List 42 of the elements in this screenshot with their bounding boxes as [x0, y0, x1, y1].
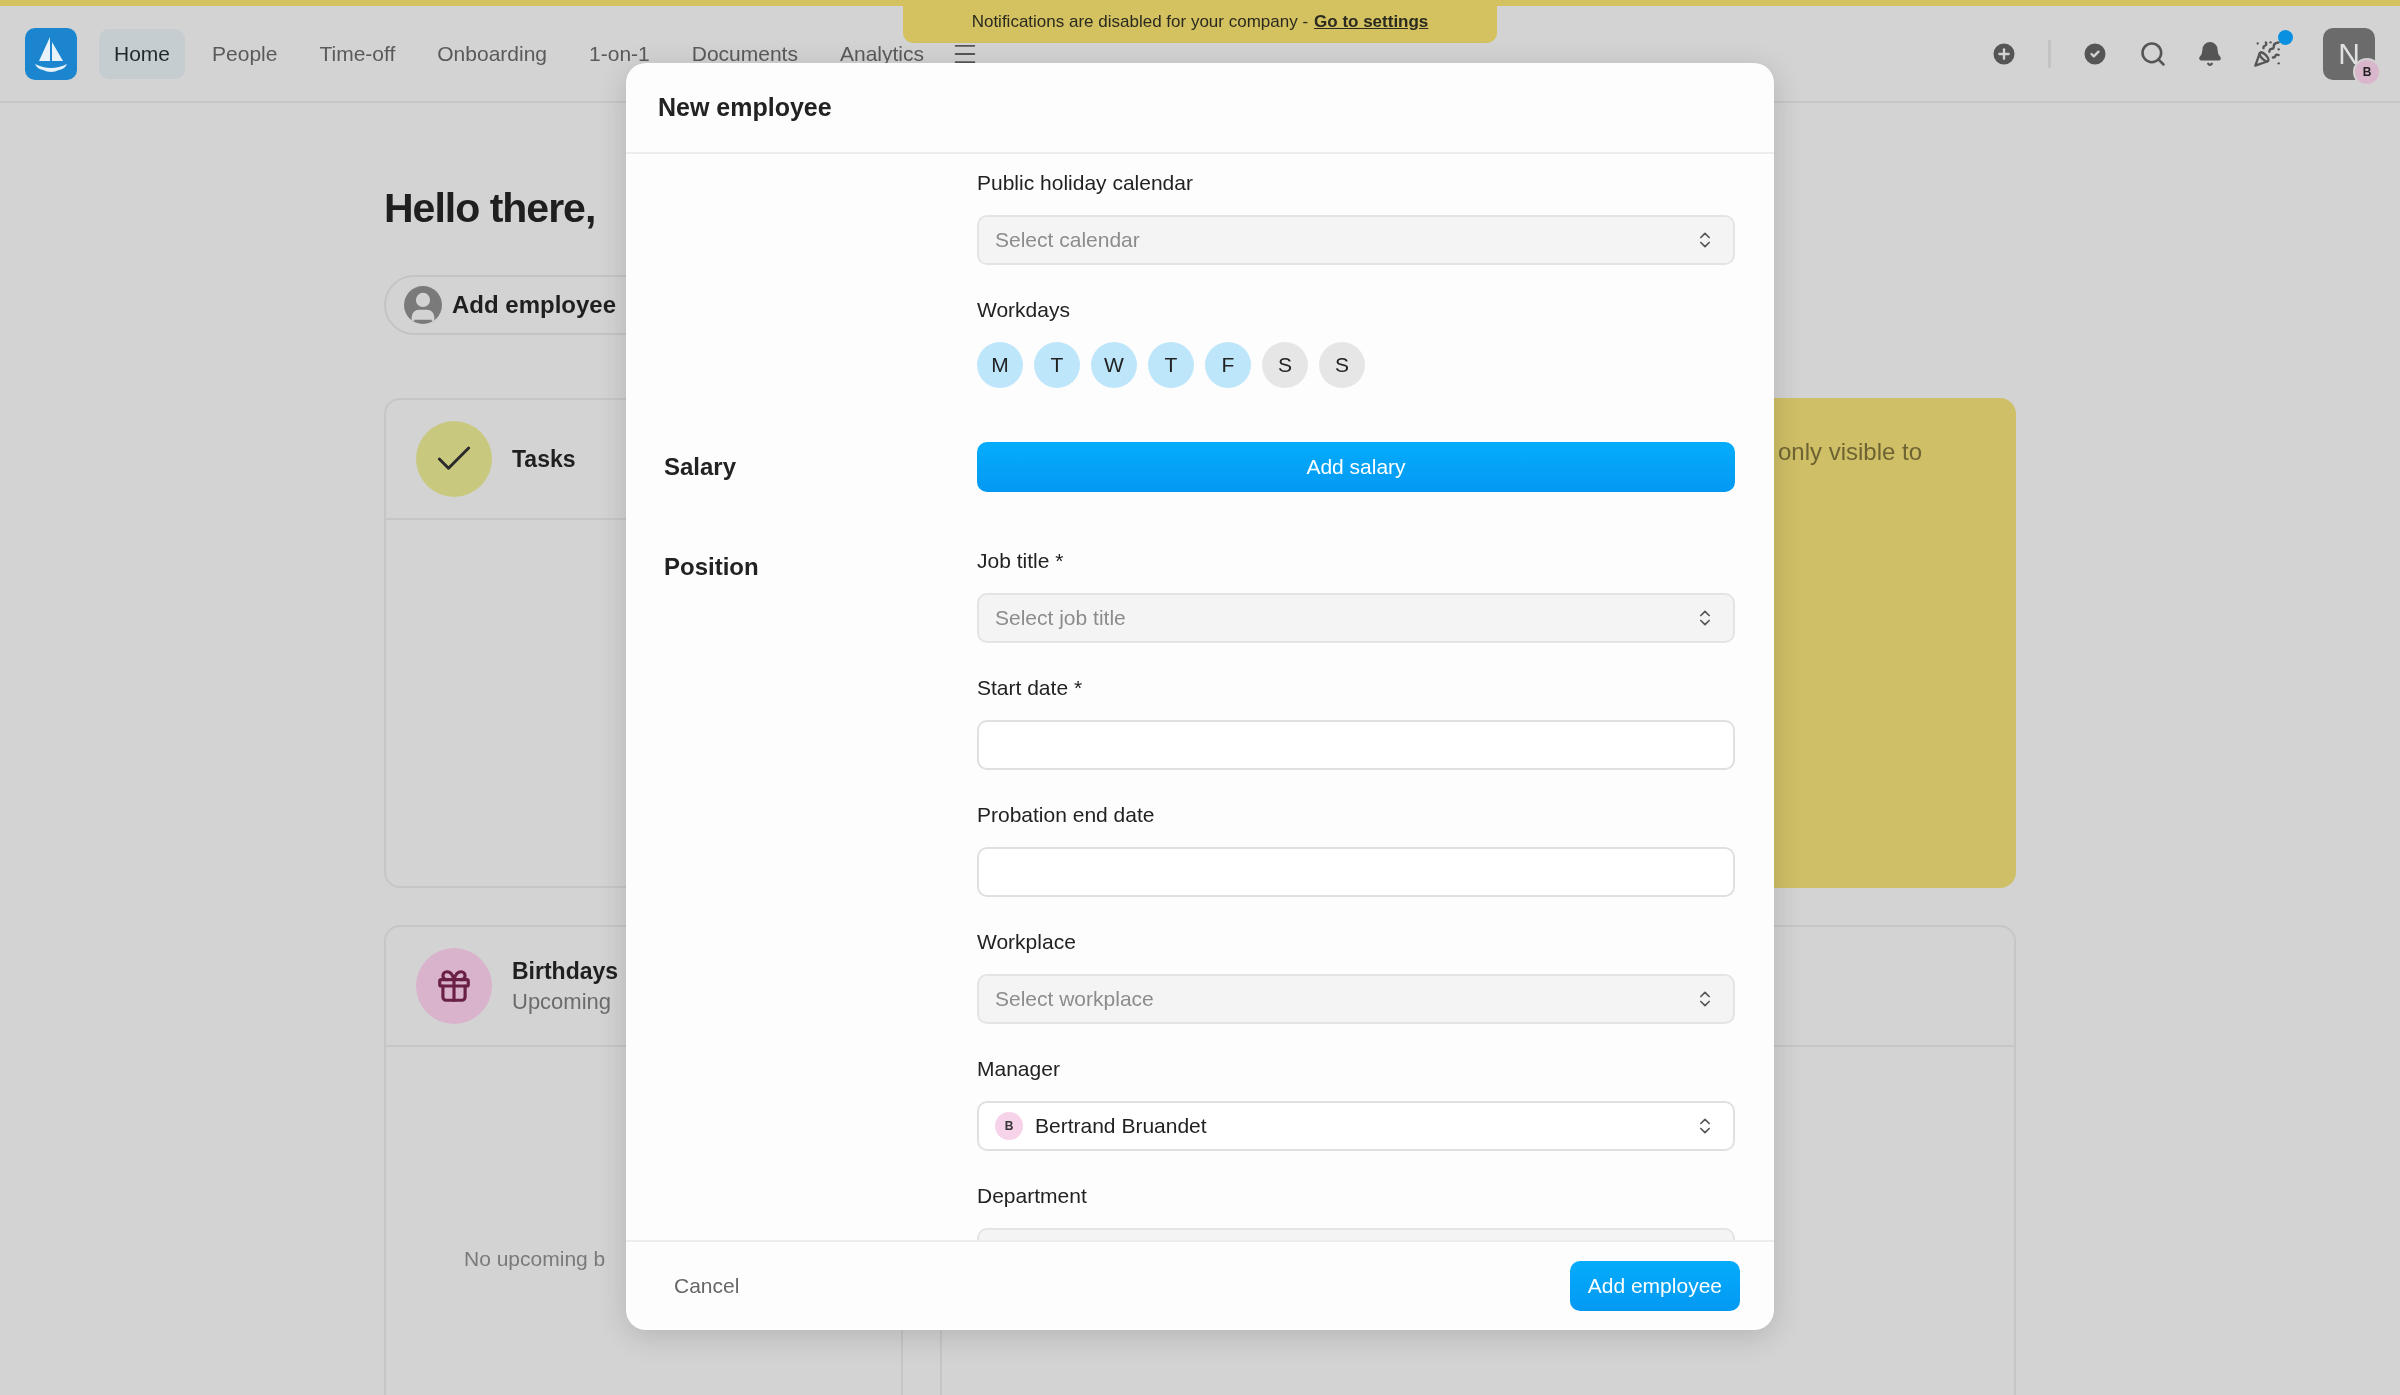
- nav-tab[interactable]: People: [197, 28, 293, 79]
- select-field[interactable]: B Bertrand Bruandet: [977, 1101, 1735, 1151]
- date-field[interactable]: [977, 720, 1735, 770]
- cancel-button[interactable]: Cancel: [658, 1266, 756, 1306]
- day-toggle[interactable]: T: [1034, 342, 1080, 388]
- field-label: Department: [977, 1183, 1087, 1209]
- field-label: Manager: [977, 1056, 1060, 1082]
- notification-dot: [2278, 29, 2293, 45]
- nav-tab[interactable]: Onboarding: [422, 28, 563, 79]
- empty-message: No upcoming b: [464, 1247, 606, 1270]
- user-icon: [404, 286, 442, 324]
- day-toggle[interactable]: T: [1148, 342, 1194, 388]
- field-label: Start date *: [977, 675, 1083, 701]
- party-popper-icon[interactable]: [2253, 39, 2281, 68]
- field-label: Public holiday calendar: [977, 170, 1193, 196]
- day-toggle[interactable]: F: [1205, 342, 1251, 388]
- field-label: Probation end date: [977, 802, 1155, 828]
- day-toggle[interactable]: W: [1091, 342, 1137, 388]
- day-toggle[interactable]: M: [977, 342, 1023, 388]
- nav-tab[interactable]: 1-on-1: [574, 28, 665, 79]
- nav-tab[interactable]: Time-off: [304, 28, 411, 79]
- avatar: B: [995, 1112, 1023, 1140]
- day-toggle[interactable]: S: [1262, 342, 1308, 388]
- dialog-title: New employee: [658, 93, 832, 122]
- logo[interactable]: [25, 27, 77, 80]
- section-label: Position: [664, 552, 759, 582]
- card-title: Tasks: [512, 445, 576, 473]
- field-label: Workplace: [977, 929, 1076, 955]
- bell-icon[interactable]: [2197, 40, 2223, 67]
- note-text: only visible to: [1778, 438, 1923, 465]
- field-label: Job title *: [977, 548, 1064, 574]
- greeting: Hello there,: [384, 184, 596, 233]
- nav-tab[interactable]: Home: [99, 28, 186, 79]
- day-toggle[interactable]: S: [1319, 342, 1365, 388]
- notification-text: Notifications are disabled for your company -: [971, 11, 1309, 32]
- card-title: Birthdays: [512, 957, 619, 985]
- field-label: Workdays: [977, 297, 1070, 323]
- card-subtitle: Upcoming: [512, 988, 613, 1015]
- search-icon[interactable]: [2139, 39, 2167, 68]
- settings-link[interactable]: Go to settings: [1314, 11, 1429, 32]
- section-label: Salary: [664, 452, 737, 482]
- date-field[interactable]: [977, 847, 1735, 897]
